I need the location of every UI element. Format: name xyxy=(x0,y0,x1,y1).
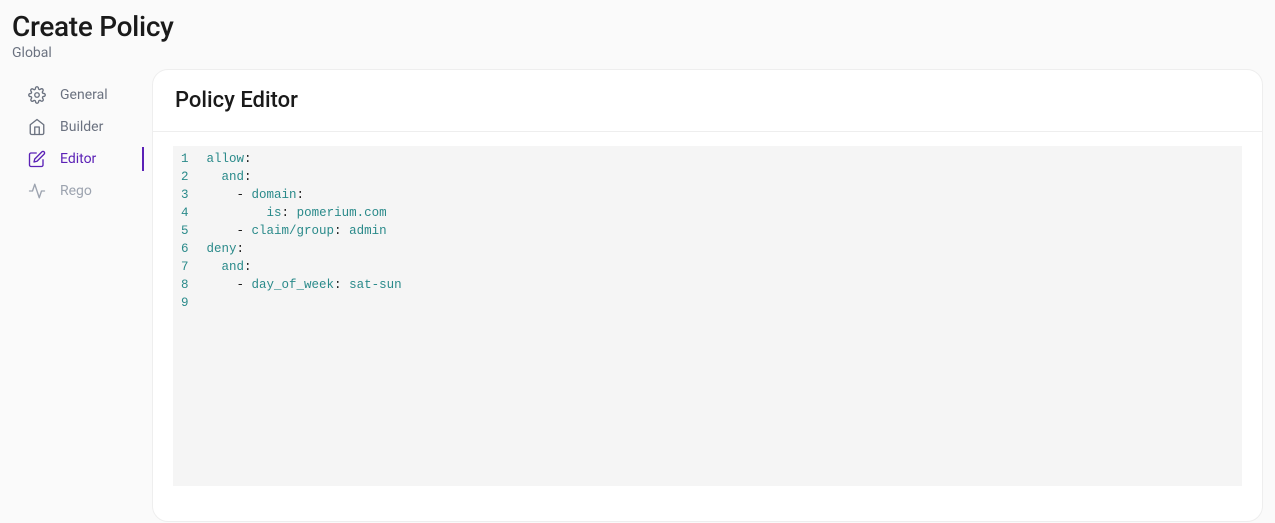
page-header: Create Policy Global xyxy=(0,0,1275,69)
sidebar-item-label: Rego xyxy=(60,183,92,199)
code-line[interactable]: and: xyxy=(207,258,1234,276)
sidebar-item-rego: Rego xyxy=(16,175,136,207)
home-icon xyxy=(28,118,46,136)
line-number: 2 xyxy=(181,168,189,186)
main-panel: Policy Editor 123456789 allow: and: - do… xyxy=(152,69,1263,522)
activity-icon xyxy=(28,182,46,200)
code-line[interactable]: is: pomerium.com xyxy=(207,204,1234,222)
line-number: 4 xyxy=(181,204,189,222)
sidebar-item-label: Editor xyxy=(60,151,96,167)
panel-title: Policy Editor xyxy=(175,88,1240,113)
line-number: 3 xyxy=(181,186,189,204)
edit-icon xyxy=(28,150,46,168)
code-line[interactable]: - domain: xyxy=(207,186,1234,204)
line-number: 6 xyxy=(181,240,189,258)
editor-container: 123456789 allow: and: - domain: is: pome… xyxy=(153,132,1262,521)
panel-header: Policy Editor xyxy=(153,70,1262,132)
code-line[interactable]: - claim/group: admin xyxy=(207,222,1234,240)
content-area: General Builder Editor Rego Policy Edito… xyxy=(0,69,1275,522)
code-line[interactable] xyxy=(207,294,1234,312)
line-gutter: 123456789 xyxy=(173,146,199,486)
sidebar-item-builder[interactable]: Builder xyxy=(16,111,136,143)
code-line[interactable]: allow: xyxy=(207,150,1234,168)
code-editor[interactable]: 123456789 allow: and: - domain: is: pome… xyxy=(173,146,1242,486)
sidebar-item-label: General xyxy=(60,87,108,103)
page-title: Create Policy xyxy=(12,10,1263,43)
code-line[interactable]: and: xyxy=(207,168,1234,186)
breadcrumb: Global xyxy=(12,45,1263,61)
line-number: 5 xyxy=(181,222,189,240)
sidebar-item-editor[interactable]: Editor xyxy=(16,143,136,175)
code-line[interactable]: - day_of_week: sat-sun xyxy=(207,276,1234,294)
sidebar-nav: General Builder Editor Rego xyxy=(16,69,136,522)
sidebar-item-general[interactable]: General xyxy=(16,79,136,111)
line-number: 9 xyxy=(181,294,189,312)
line-number: 1 xyxy=(181,150,189,168)
code-line[interactable]: deny: xyxy=(207,240,1234,258)
line-number: 7 xyxy=(181,258,189,276)
gear-icon xyxy=(28,86,46,104)
code-content[interactable]: allow: and: - domain: is: pomerium.com -… xyxy=(199,146,1242,486)
line-number: 8 xyxy=(181,276,189,294)
sidebar-item-label: Builder xyxy=(60,119,103,135)
